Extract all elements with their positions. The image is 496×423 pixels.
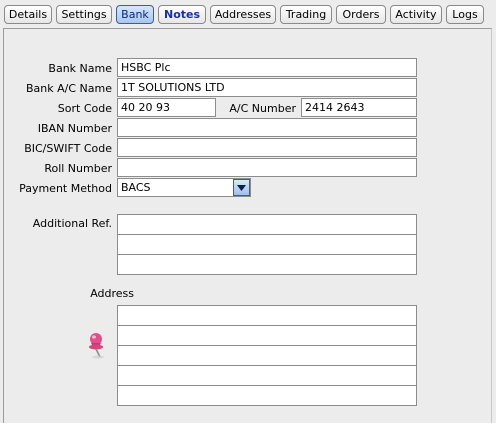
iban-field[interactable] [117,118,417,137]
tab-bar: Details Settings Bank Notes Addresses Tr… [0,0,496,28]
tab-label: Addresses [214,8,272,21]
address-line-4[interactable] [117,365,417,386]
roll-number-label: Roll Number [44,162,112,175]
sort-code-field[interactable] [117,98,216,117]
address-line-2[interactable] [117,325,417,346]
tab-label: Logs [452,8,478,21]
tab-trading[interactable]: Trading [280,5,332,24]
tab-settings[interactable]: Settings [56,5,112,24]
tab-label: Details [8,8,48,21]
bank-account-name-field[interactable] [117,78,417,97]
iban-label: IBAN Number [37,122,112,135]
sort-code-label: Sort Code [57,102,112,115]
tab-label: Notes [163,8,201,21]
tab-label: Orders [342,8,380,21]
tab-addresses[interactable]: Addresses [210,5,276,24]
push-pin-icon[interactable] [86,330,108,360]
roll-number-field[interactable] [117,158,417,177]
tab-label: Settings [61,8,107,21]
address-line-3[interactable] [117,345,417,366]
bic-swift-label: BIC/SWIFT Code [24,142,112,155]
additional-ref-line-1[interactable] [117,214,417,235]
additional-ref-line-3[interactable] [117,254,417,275]
dropdown-button[interactable] [233,179,250,196]
tab-logs[interactable]: Logs [446,5,484,24]
bic-swift-field[interactable] [117,138,417,157]
payment-method-value: BACS [121,181,151,194]
payment-method-label: Payment Method [19,182,112,195]
tab-activity[interactable]: Activity [390,5,442,24]
tab-details[interactable]: Details [4,5,52,24]
account-number-label: A/C Number [229,102,296,115]
tab-label: Trading [285,8,327,21]
address-label: Address [90,287,134,300]
tab-orders[interactable]: Orders [336,5,386,24]
tab-label: Bank [121,8,149,21]
bank-name-field[interactable] [117,58,417,77]
tab-bank[interactable]: Bank [116,5,154,24]
account-number-field[interactable] [301,98,417,117]
additional-ref-line-2[interactable] [117,234,417,255]
payment-method-select[interactable]: BACS [117,178,251,197]
chevron-down-icon [237,184,246,191]
additional-ref-label: Additional Ref. [32,217,112,230]
bank-account-name-label: Bank A/C Name [26,82,112,95]
tab-notes[interactable]: Notes [158,5,206,24]
address-line-5[interactable] [117,385,417,406]
tab-label: Activity [395,8,437,21]
bank-name-label: Bank Name [48,62,112,75]
address-line-1[interactable] [117,305,417,326]
